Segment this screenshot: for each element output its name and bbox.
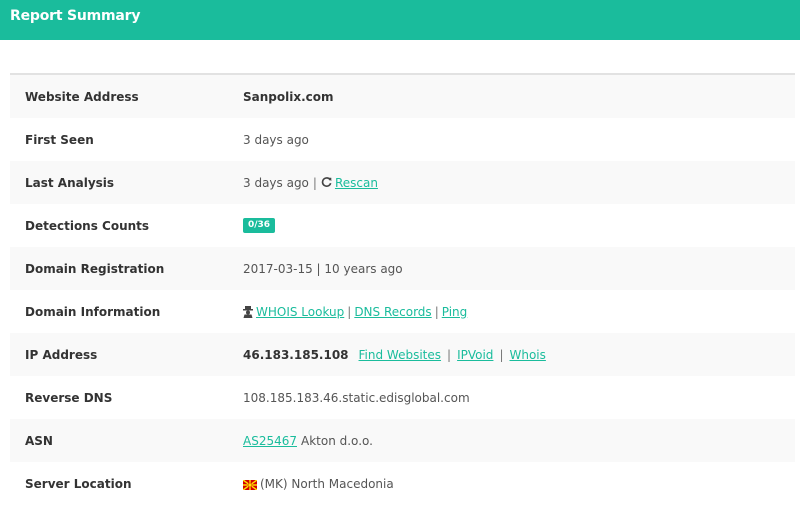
detections-badge: 0/36	[243, 218, 276, 233]
row-label: Reverse DNS	[25, 390, 113, 405]
row-label: Domain Information	[25, 304, 161, 319]
ipvoid-link[interactable]: IPVoid	[457, 348, 493, 362]
last-analysis-value: 3 days ago | Rescan	[243, 176, 795, 190]
row-label: Domain Registration	[25, 261, 165, 276]
row-label: Last Analysis	[25, 175, 115, 190]
separator: |	[447, 347, 452, 362]
separator: |	[312, 175, 317, 190]
report-header: Report Summary	[0, 0, 800, 40]
find-websites-link[interactable]: Find Websites	[359, 348, 442, 362]
row-website-address: Website Address Sanpolix.com	[10, 75, 795, 118]
asn-link[interactable]: AS25467	[243, 434, 297, 448]
dns-records-link[interactable]: DNS Records	[354, 305, 431, 319]
first-seen-value: 3 days ago	[243, 132, 309, 147]
row-first-seen: First Seen 3 days ago	[10, 118, 795, 161]
ping-link[interactable]: Ping	[442, 305, 468, 319]
asn-value: AS25467 Akton d.o.o.	[243, 434, 795, 448]
page-title: Report Summary	[10, 8, 141, 24]
user-secret-icon	[243, 305, 253, 318]
ip-whois-link[interactable]: Whois	[509, 348, 545, 362]
row-domain-registration: Domain Registration 2017-03-15 | 10 year…	[10, 247, 795, 290]
rescan-link[interactable]: Rescan	[335, 176, 378, 190]
domain-information-value: WHOIS Lookup | DNS Records | Ping	[243, 305, 795, 319]
row-label: Server Location	[25, 476, 132, 491]
row-label: Detections Counts	[25, 218, 150, 233]
row-label: ASN	[25, 433, 53, 448]
separator: |	[499, 347, 504, 362]
server-location-text: (MK) North Macedonia	[260, 476, 394, 491]
reverse-dns-value: 108.185.183.46.static.edisglobal.com	[243, 390, 470, 405]
row-ip-address: IP Address 46.183.185.108 Find Websites …	[10, 333, 795, 376]
last-analysis-time: 3 days ago	[243, 175, 309, 190]
website-address-value: Sanpolix.com	[243, 89, 334, 104]
row-reverse-dns: Reverse DNS 108.185.183.46.static.edisgl…	[10, 376, 795, 419]
row-detections-counts: Detections Counts 0/36	[10, 204, 795, 247]
ip-address-value: 46.183.185.108 Find Websites | IPVoid | …	[243, 348, 795, 362]
asn-name: Akton d.o.o.	[301, 433, 373, 448]
row-asn: ASN AS25467 Akton d.o.o.	[10, 419, 795, 462]
report-table: Website Address Sanpolix.com First Seen …	[10, 73, 795, 505]
flag-mk-icon	[242, 478, 258, 491]
domain-registration-value: 2017-03-15 | 10 years ago	[243, 261, 403, 276]
row-last-analysis: Last Analysis 3 days ago | Rescan	[10, 161, 795, 204]
row-domain-information: Domain Information WHOIS Lookup | DNS Re…	[10, 290, 795, 333]
ip-address: 46.183.185.108	[243, 347, 349, 362]
whois-lookup-link[interactable]: WHOIS Lookup	[256, 305, 344, 319]
separator: |	[347, 304, 352, 319]
row-label: IP Address	[25, 347, 98, 362]
refresh-icon[interactable]	[321, 177, 332, 188]
detections-value: 0/36	[243, 218, 795, 233]
row-server-location: Server Location (MK) North Macedonia	[10, 462, 795, 505]
row-label: Website Address	[25, 89, 139, 104]
separator: |	[434, 304, 439, 319]
server-location-value: (MK) North Macedonia	[242, 476, 795, 491]
row-label: First Seen	[25, 132, 94, 147]
